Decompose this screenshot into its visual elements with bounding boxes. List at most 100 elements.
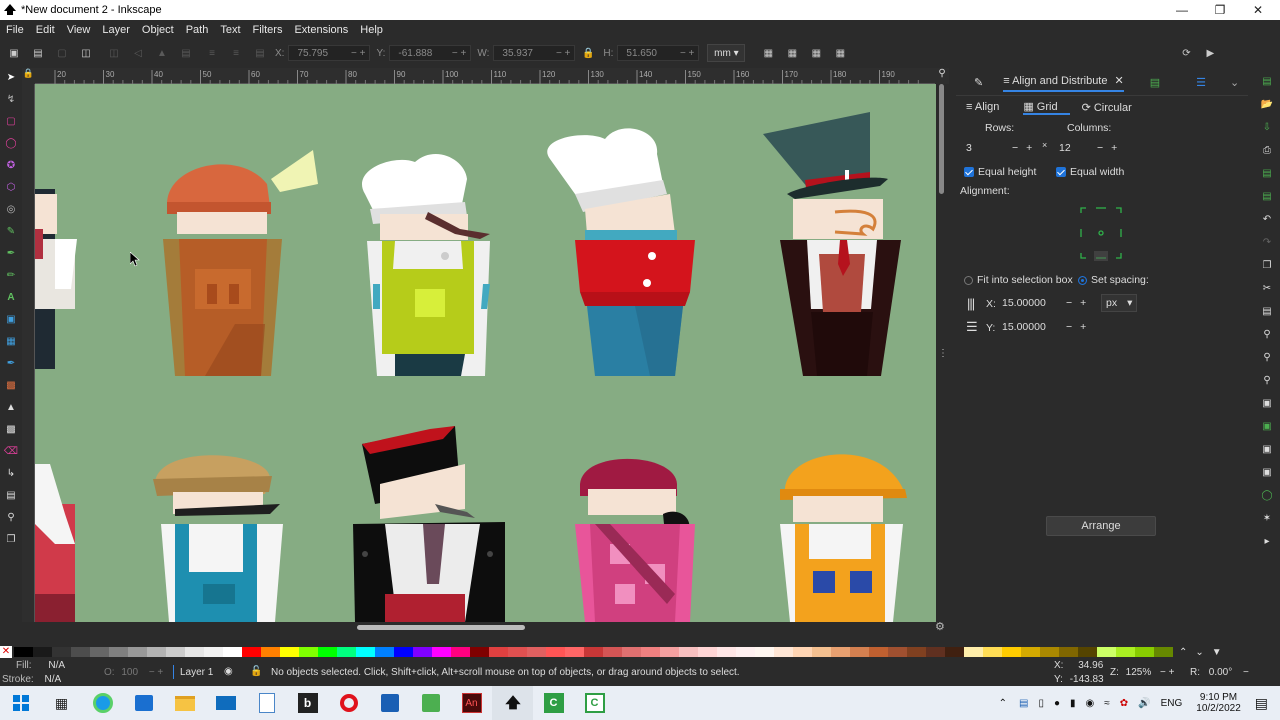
lower-to-bottom-icon[interactable]: ▤: [251, 44, 269, 62]
more-commands-icon[interactable]: ▸: [1254, 530, 1280, 553]
zoom-width-icon[interactable]: ▣: [1254, 392, 1280, 415]
equal-height-checkbox[interactable]: Equal height: [964, 166, 1036, 178]
color-swatch[interactable]: [755, 647, 774, 657]
color-swatch[interactable]: [793, 647, 812, 657]
color-swatch[interactable]: [432, 647, 451, 657]
menu-text[interactable]: Text: [214, 24, 246, 36]
color-swatch[interactable]: [907, 647, 926, 657]
eraser-tool-icon[interactable]: ⌫: [1, 440, 21, 462]
color-swatch[interactable]: [489, 647, 508, 657]
color-swatch[interactable]: [147, 647, 166, 657]
color-swatch[interactable]: [964, 647, 983, 657]
subtab-circular[interactable]: ⟳ Circular: [1082, 101, 1144, 114]
menu-extensions[interactable]: Extensions: [288, 24, 354, 36]
connector-tool-icon[interactable]: ↳: [1, 462, 21, 484]
panel-handle-icon[interactable]: ⋮: [938, 348, 948, 359]
color-swatch[interactable]: [679, 647, 698, 657]
color-swatch[interactable]: [850, 647, 869, 657]
select-all-layers-icon[interactable]: ▤: [29, 44, 47, 62]
objects-panel-icon[interactable]: ☰: [1196, 76, 1206, 89]
language-indicator[interactable]: ENG: [1161, 698, 1183, 709]
color-swatch[interactable]: [774, 647, 793, 657]
close-tab-icon[interactable]: ✕: [1115, 75, 1124, 87]
zoom-selection-icon[interactable]: ⚲: [1254, 323, 1280, 346]
flip-horizontal-icon[interactable]: ◁: [129, 44, 147, 62]
color-swatch[interactable]: [33, 647, 52, 657]
spray-tool-icon[interactable]: ▩: [1, 418, 21, 440]
copy-icon[interactable]: ❐: [1254, 254, 1280, 277]
color-swatch[interactable]: [128, 647, 147, 657]
color-swatch[interactable]: [1021, 647, 1040, 657]
tweak-tool-icon[interactable]: ▲: [1, 396, 21, 418]
w-input[interactable]: 35.937− +: [493, 45, 576, 61]
paste-icon[interactable]: ▤: [1254, 300, 1280, 323]
export-icon[interactable]: ▤: [1254, 185, 1280, 208]
document-properties-icon[interactable]: ▤: [1150, 76, 1160, 89]
layer-lock-icon[interactable]: 🔓: [250, 666, 262, 677]
notifications-icon[interactable]: ▤: [1255, 695, 1268, 712]
edge-browser-icon[interactable]: [82, 686, 123, 720]
layer-selector[interactable]: Layer 1: [180, 667, 213, 678]
alignment-grid-icon[interactable]: [1078, 205, 1124, 263]
image-editor-icon[interactable]: [410, 686, 451, 720]
color-swatch[interactable]: [375, 647, 394, 657]
zoom-field[interactable]: Z: 125% − +: [1110, 667, 1175, 678]
redo-icon[interactable]: ↷: [1254, 231, 1280, 254]
print-icon[interactable]: ⎙: [1254, 139, 1280, 162]
color-swatch[interactable]: [109, 647, 128, 657]
color-swatch[interactable]: [1059, 647, 1078, 657]
color-swatch[interactable]: [470, 647, 489, 657]
windows-start-icon[interactable]: [0, 686, 41, 720]
inkscape-taskbar-icon[interactable]: [492, 686, 533, 720]
color-swatch[interactable]: [1002, 647, 1021, 657]
rows-spinbox[interactable]: 3− +: [966, 139, 1042, 157]
save-floppy-icon[interactable]: [369, 686, 410, 720]
mail-icon[interactable]: [205, 686, 246, 720]
color-swatch[interactable]: [812, 647, 831, 657]
pencil-tool-icon[interactable]: ✎: [1, 220, 21, 242]
clone-icon[interactable]: ▣: [1254, 438, 1280, 461]
tab-align-distribute[interactable]: ≡ Align and Distribute ✕: [1003, 74, 1124, 92]
color-swatch[interactable]: [356, 647, 375, 657]
rectangle-tool-icon[interactable]: ▢: [1, 110, 21, 132]
rotate-field[interactable]: R: 0.00° −: [1190, 667, 1249, 678]
duplicate-icon[interactable]: ▣: [1254, 415, 1280, 438]
pages-tool-icon[interactable]: ❐: [1, 528, 21, 550]
spiral-tool-icon[interactable]: ◎: [1, 198, 21, 220]
task-view-icon[interactable]: ▦: [41, 686, 82, 720]
fill-indicator[interactable]: Fill: N/A: [16, 660, 65, 671]
palette-scroll-down-icon[interactable]: ⌄: [1195, 647, 1203, 658]
color-swatch[interactable]: [261, 647, 280, 657]
menu-filters[interactable]: Filters: [247, 24, 289, 36]
rotate-ccw-icon[interactable]: ◫: [77, 44, 95, 62]
color-swatch[interactable]: [1154, 647, 1173, 657]
fit-selection-radio[interactable]: Fit into selection box: [964, 274, 1073, 286]
color-swatch[interactable]: [869, 647, 888, 657]
scale-corners-icon[interactable]: ▦: [783, 44, 801, 62]
close-window-icon[interactable]: ✕: [1238, 0, 1278, 20]
subtab-grid[interactable]: ▦ Grid: [1023, 100, 1070, 115]
notepad-icon[interactable]: [246, 686, 287, 720]
panel-menu-icon[interactable]: ⌄: [1230, 76, 1239, 89]
color-swatch[interactable]: [1097, 647, 1116, 657]
color-swatch[interactable]: [983, 647, 1002, 657]
palette-menu-icon[interactable]: ▼: [1212, 647, 1222, 658]
unit-select[interactable]: mm ▾: [707, 44, 746, 62]
usb-icon[interactable]: ▯: [1038, 698, 1044, 709]
color-swatch[interactable]: [204, 647, 223, 657]
color-swatch[interactable]: [14, 647, 33, 657]
zoom-corner-icon[interactable]: ⚲: [935, 68, 949, 84]
vertical-scrollbar[interactable]: ⋮: [936, 84, 948, 622]
subtab-align[interactable]: ≡ Align: [966, 101, 1011, 113]
lock-guides-icon[interactable]: 🔒: [22, 68, 35, 84]
camtasia-icon[interactable]: C: [533, 686, 574, 720]
color-swatch[interactable]: [926, 647, 945, 657]
undo-icon[interactable]: ↶: [1254, 208, 1280, 231]
group-icon[interactable]: ◯: [1254, 484, 1280, 507]
layer-visibility-icon[interactable]: ◉: [224, 666, 233, 677]
node-tool-icon[interactable]: ↯: [1, 88, 21, 110]
app-b-icon[interactable]: b: [287, 686, 328, 720]
camera-icon[interactable]: ◉: [1086, 698, 1095, 709]
arrange-button[interactable]: Arrange: [1046, 516, 1156, 536]
raise-icon[interactable]: ≡: [203, 44, 221, 62]
